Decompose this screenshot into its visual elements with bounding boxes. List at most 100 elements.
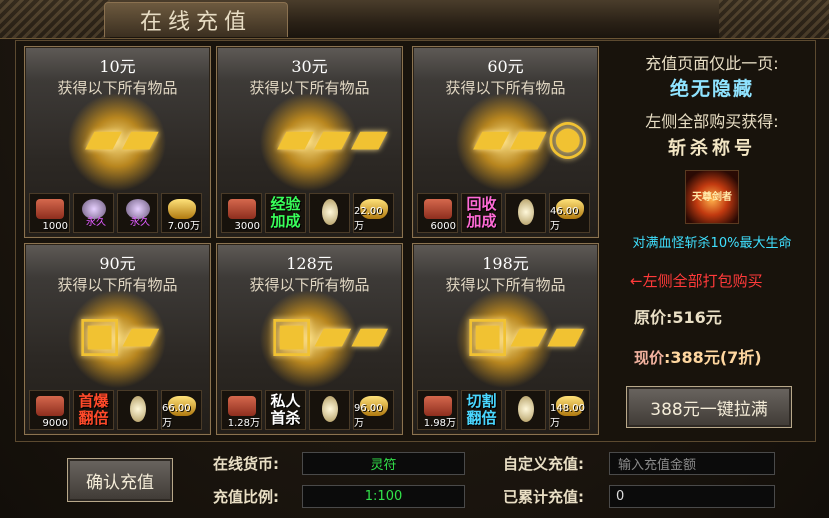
title-effect: 对满血怪斩杀10%最大生命	[632, 236, 792, 251]
item-count: 96.00万	[354, 403, 383, 429]
bonus-tag: 首爆翻倍	[78, 392, 109, 427]
total-recharge-field: 0	[609, 485, 775, 508]
package-card[interactable]: 128元 获得以下所有物品 ▣▰▰ 1.28万 私人首杀 96.00万	[216, 243, 403, 435]
confirm-recharge-button[interactable]: 确认充值	[67, 458, 173, 502]
reward-slot[interactable]: 9000	[29, 390, 70, 430]
item-count: 46.00万	[550, 206, 579, 232]
original-price: 原价:516元	[634, 308, 722, 327]
reward-items: 3000 经验加成 22.00万	[221, 193, 394, 233]
meat-icon	[228, 199, 256, 219]
gold-pile-icon: ▣▰	[77, 306, 160, 362]
dragon-ornament-icon	[0, 0, 110, 38]
meat-icon	[36, 199, 64, 219]
reward-slot[interactable]: 7.00万	[161, 193, 202, 233]
gold-pile-icon: ▰▰▰	[277, 109, 388, 165]
bag-icon	[322, 199, 338, 225]
reward-slot[interactable]	[117, 390, 158, 430]
custom-amount-label: 自定义充值:	[503, 455, 584, 473]
package-card[interactable]: 198元 获得以下所有物品 ▣▰▰ 1.98万 切割翻倍 148.00万	[412, 243, 599, 435]
reward-items: 1000 永久 永久 7.00万	[29, 193, 202, 233]
currency-field: 灵符	[302, 452, 465, 475]
buy-all-button[interactable]: 388元一键拉满	[626, 386, 792, 428]
dragon-ornament-icon	[719, 0, 829, 38]
reward-items: 1.98万 切割翻倍 148.00万	[417, 390, 590, 430]
reward-slot[interactable]: 46.00万	[549, 193, 590, 233]
item-count: 1.98万	[423, 418, 456, 429]
reward-slot[interactable]	[309, 193, 350, 233]
title-bar: 在线充值	[0, 0, 829, 39]
reward-slot[interactable]: 22.00万	[353, 193, 394, 233]
gold-pile-icon: ▣▰▰	[465, 306, 585, 362]
package-price: 128元	[286, 254, 333, 273]
reward-slot[interactable]: 66.00万	[161, 390, 202, 430]
package-price: 60元	[487, 57, 524, 76]
item-count: 1.28万	[227, 418, 260, 429]
title-badge-icon: 天尊剑者	[685, 170, 739, 224]
meat-icon	[424, 199, 452, 219]
reward-slot[interactable]: 3000	[221, 193, 262, 233]
ratio-label: 充值比例:	[213, 488, 279, 506]
ingot-icon	[168, 199, 196, 219]
reward-slot[interactable]: 回收加成	[461, 193, 502, 233]
reward-slot[interactable]: 6000	[417, 193, 458, 233]
bonus-tag: 私人首杀	[270, 392, 301, 427]
item-count: 7.00万	[167, 221, 200, 232]
bonus-tag: 切割翻倍	[466, 392, 497, 427]
reward-slot[interactable]: 1000	[29, 193, 70, 233]
gold-pile-icon: ▣▰▰	[269, 306, 389, 362]
reward-slot[interactable]: 148.00万	[549, 390, 590, 430]
custom-amount-input[interactable]: 输入充值金额	[609, 452, 775, 475]
reward-slot[interactable]: 96.00万	[353, 390, 394, 430]
meat-icon	[424, 396, 452, 416]
reward-items: 6000 回收加成 46.00万	[417, 193, 590, 233]
reward-slot[interactable]: 经验加成	[265, 193, 306, 233]
currency-label: 在线货币:	[213, 455, 279, 473]
info-line: 左侧全部购买获得:	[645, 112, 779, 131]
package-price: 198元	[482, 254, 529, 273]
item-count: 148.00万	[550, 403, 585, 429]
reward-slot[interactable]: 1.28万	[221, 390, 262, 430]
bag-icon	[518, 199, 534, 225]
bag-icon	[518, 396, 534, 422]
meat-icon	[228, 396, 256, 416]
reward-slot[interactable]	[505, 390, 546, 430]
bonus-tag: 经验加成	[270, 195, 301, 230]
reward-slot[interactable]	[505, 193, 546, 233]
reward-slot[interactable]: 永久	[73, 193, 114, 233]
recharge-window: 在线充值 10元 获得以下所有物品 ▰▰ 1000 永久 永久 7.00万 30元 获得以下所有…	[0, 0, 829, 518]
reward-slot[interactable]: 永久	[117, 193, 158, 233]
recharge-form: 确认充值 在线货币: 灵符 充值比例: 1:100 自定义充值: 输入充值金额 …	[15, 443, 814, 516]
bag-icon	[322, 396, 338, 422]
info-line: 充值页面仅此一页:	[645, 54, 779, 73]
package-card[interactable]: 10元 获得以下所有物品 ▰▰ 1000 永久 永久 7.00万	[24, 46, 211, 238]
reward-items: 1.28万 私人首杀 96.00万	[221, 390, 394, 430]
reward-slot[interactable]: 切割翻倍	[461, 390, 502, 430]
package-card[interactable]: 60元 获得以下所有物品 ▰▰◉ 6000 回收加成 46.00万	[412, 46, 599, 238]
item-count: 3000	[234, 221, 260, 232]
reward-slot[interactable]: 1.98万	[417, 390, 458, 430]
package-price: 30元	[291, 57, 328, 76]
reward-slot[interactable]	[309, 390, 350, 430]
window-title: 在线充值	[104, 2, 288, 37]
meat-icon	[36, 396, 64, 416]
ratio-field: 1:100	[302, 485, 465, 508]
reward-items: 9000 首爆翻倍 66.00万	[29, 390, 202, 430]
item-count: 9000	[42, 418, 68, 429]
total-recharge-label: 已累计充值:	[503, 488, 584, 506]
reward-slot[interactable]: 私人首杀	[265, 390, 306, 430]
gold-pile-icon: ▰▰	[85, 109, 159, 165]
item-count: 66.00万	[162, 403, 191, 429]
package-card[interactable]: 90元 获得以下所有物品 ▣▰ 9000 首爆翻倍 66.00万	[24, 243, 211, 435]
bundle-hint: ←左侧全部打包购买	[630, 272, 763, 290]
package-price: 10元	[99, 57, 136, 76]
permanent-tag: 永久	[130, 217, 150, 228]
item-count: 1000	[42, 221, 68, 232]
title-name: 斩杀称号	[668, 138, 756, 159]
package-card[interactable]: 30元 获得以下所有物品 ▰▰▰ 3000 经验加成 22.00万	[216, 46, 403, 238]
item-count: 22.00万	[354, 206, 383, 232]
reward-slot[interactable]: 首爆翻倍	[73, 390, 114, 430]
package-price: 90元	[99, 254, 136, 273]
bonus-tag: 回收加成	[466, 195, 497, 230]
info-highlight: 绝无隐藏	[669, 78, 754, 100]
current-price: 现价:388元(7折)	[634, 348, 762, 367]
